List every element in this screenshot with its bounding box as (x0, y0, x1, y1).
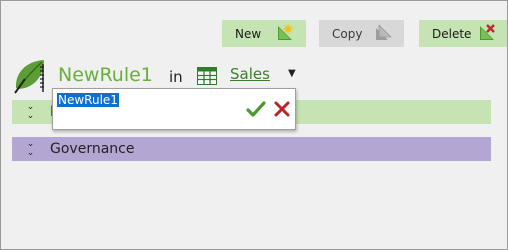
delete-button-label: Delete (432, 26, 472, 41)
delete-rule-icon (480, 24, 495, 40)
new-button[interactable]: New (222, 20, 306, 47)
table-grid-icon (197, 67, 217, 85)
new-button-label: New (235, 26, 262, 41)
governance-section-label: Governance (50, 141, 135, 157)
chevron-down-icon: ⌄ ⌄ (26, 102, 35, 121)
model-dropdown-arrow-icon[interactable]: ▼ (288, 68, 296, 79)
model-link[interactable]: Sales (230, 65, 270, 83)
copy-rule-icon (376, 24, 392, 40)
cancel-x-icon[interactable] (272, 99, 292, 119)
rule-name-input[interactable] (56, 91, 226, 109)
confirm-check-icon[interactable] (246, 99, 266, 119)
new-rule-icon (278, 24, 293, 40)
governance-section-header[interactable]: ⌄ ⌄ Governance (12, 137, 491, 161)
copy-button[interactable]: Copy (319, 20, 404, 47)
in-label: in (169, 68, 183, 86)
rule-leaf-icon (14, 60, 44, 94)
delete-button[interactable]: Delete (419, 20, 507, 47)
copy-button-label: Copy (332, 26, 363, 41)
rule-name-link[interactable]: NewRule1 (58, 64, 153, 86)
window-frame: New Copy Delete NewRule1 in Sales ▼ ⌄ ⌄ … (0, 0, 508, 250)
rename-popup: NewRule1 (52, 88, 296, 130)
chevron-down-icon: ⌄ ⌄ (26, 139, 35, 158)
